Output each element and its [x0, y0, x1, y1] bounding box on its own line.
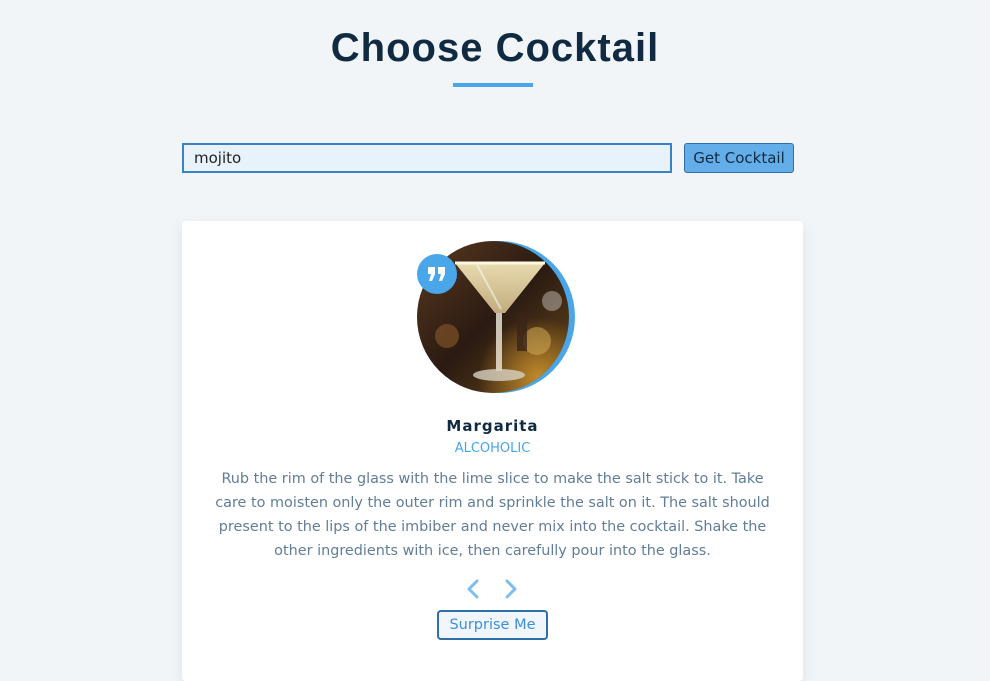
title-underline: [453, 83, 533, 87]
cocktail-instructions: Rub the rim of the glass with the lime s…: [215, 471, 770, 559]
search-input[interactable]: [182, 143, 672, 173]
quote-icon: [417, 254, 457, 294]
previous-button[interactable]: [462, 577, 486, 601]
next-button[interactable]: [498, 577, 522, 601]
image-container: [417, 241, 575, 395]
page-title: Choose Cocktail: [330, 26, 660, 70]
chevron-left-icon: [467, 579, 479, 599]
chevron-right-icon: [505, 579, 517, 599]
cocktail-name: Margarita: [446, 417, 539, 435]
get-cocktail-button[interactable]: Get Cocktail: [684, 143, 794, 173]
surprise-me-button[interactable]: Surprise Me: [437, 610, 548, 640]
cocktail-category: Alcoholic: [454, 441, 531, 456]
cocktail-card: Margarita Alcoholic Rub the rim of the g…: [182, 221, 803, 681]
